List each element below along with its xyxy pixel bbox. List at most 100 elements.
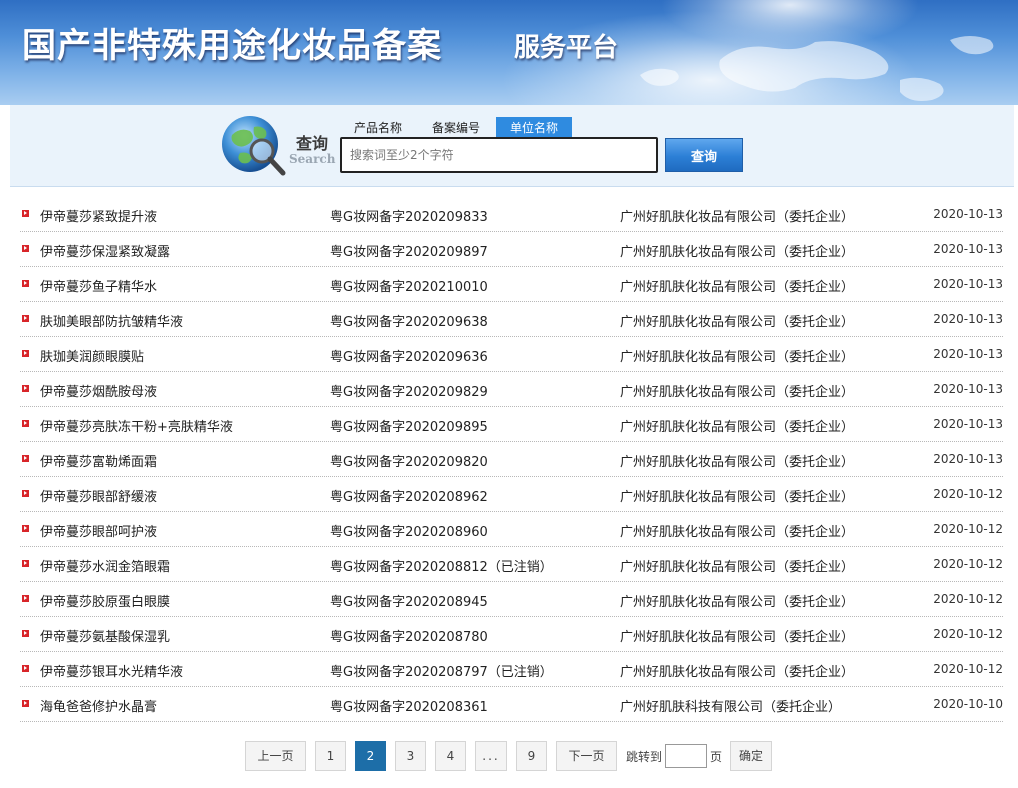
company-name: 广州好肌肤化妆品有限公司（委托企业） [620, 385, 855, 400]
product-name-link[interactable]: 伊帝蔓莎亮肤冻干粉+亮肤精华液 [40, 416, 233, 435]
query-label: 查询 [296, 134, 329, 153]
filing-date: 2020-10-13 [933, 417, 1003, 431]
list-item: 伊帝蔓莎银耳水光精华液 粤G妆网备字2020208797（已注销） 广州好肌肤化… [20, 652, 1003, 687]
filing-date: 2020-10-13 [933, 312, 1003, 326]
page-ellipsis: ... [475, 741, 507, 771]
list-item: 伊帝蔓莎富勒烯面霜 粤G妆网备字2020209820 广州好肌肤化妆品有限公司（… [20, 442, 1003, 477]
filing-date: 2020-10-13 [933, 242, 1003, 256]
site-title: 国产非特殊用途化妆品备案 [22, 26, 442, 66]
filing-number: 粤G妆网备字2020209636 [330, 350, 488, 365]
product-name-link[interactable]: 伊帝蔓莎保湿紧致凝露 [40, 241, 170, 260]
filing-date: 2020-10-12 [933, 522, 1003, 536]
search-type-tabs: 产品名称 备案编号 单位名称 [340, 117, 574, 139]
bullet-arrow-icon [22, 525, 29, 532]
product-name-link[interactable]: 伊帝蔓莎胶原蛋白眼膜 [40, 591, 170, 610]
page-unit-label: 页 [710, 749, 723, 764]
bullet-arrow-icon [22, 630, 29, 637]
company-name: 广州好肌肤化妆品有限公司（委托企业） [620, 490, 855, 505]
filing-number: 粤G妆网备字2020208780 [330, 630, 488, 645]
bullet-arrow-icon [22, 455, 29, 462]
company-name: 广州好肌肤化妆品有限公司（委托企业） [620, 455, 855, 470]
company-name: 广州好肌肤化妆品有限公司（委托企业） [620, 350, 855, 365]
filing-date: 2020-10-13 [933, 347, 1003, 361]
filing-date: 2020-10-12 [933, 662, 1003, 676]
product-name-link[interactable]: 伊帝蔓莎银耳水光精华液 [40, 661, 183, 680]
pagination: 上一页 1 2 3 4 ... 9 下一页 跳转到 页 确定 [245, 741, 773, 771]
jump-page-input[interactable] [665, 744, 708, 768]
company-name: 广州好肌肤科技有限公司（委托企业） [620, 700, 842, 715]
bullet-arrow-icon [22, 490, 29, 497]
bullet-arrow-icon [22, 245, 29, 252]
query-label-en: Search [289, 152, 336, 166]
next-page-button[interactable]: 下一页 [556, 741, 617, 771]
page-button-1[interactable]: 1 [315, 741, 346, 771]
product-name-link[interactable]: 伊帝蔓莎水润金箔眼霜 [40, 556, 170, 575]
company-name: 广州好肌肤化妆品有限公司（委托企业） [620, 665, 855, 680]
product-name-link[interactable]: 肤珈美眼部防抗皱精华液 [40, 311, 183, 330]
filing-number: 粤G妆网备字2020208361 [330, 700, 488, 715]
filing-number: 粤G妆网备字2020209833 [330, 210, 488, 225]
bullet-arrow-icon [22, 665, 29, 672]
bullet-arrow-icon [22, 210, 29, 217]
confirm-jump-button[interactable]: 确定 [730, 741, 773, 771]
globe-search-icon [222, 116, 286, 176]
bullet-arrow-icon [22, 700, 29, 707]
filing-date: 2020-10-12 [933, 592, 1003, 606]
filing-date: 2020-10-13 [933, 277, 1003, 291]
filing-date: 2020-10-10 [933, 697, 1003, 711]
product-name-link[interactable]: 伊帝蔓莎眼部舒缓液 [40, 486, 157, 505]
product-name-link[interactable]: 伊帝蔓莎烟酰胺母液 [40, 381, 157, 400]
filing-date: 2020-10-13 [933, 452, 1003, 466]
filing-number: 粤G妆网备字2020209897 [330, 245, 488, 260]
filing-date: 2020-10-13 [933, 382, 1003, 396]
filing-number: 粤G妆网备字2020208945 [330, 595, 488, 610]
company-name: 广州好肌肤化妆品有限公司（委托企业） [620, 280, 855, 295]
page-button-2[interactable]: 2 [355, 741, 386, 771]
list-item: 肤珈美润颜眼膜贴 粤G妆网备字2020209636 广州好肌肤化妆品有限公司（委… [20, 337, 1003, 372]
list-item: 伊帝蔓莎烟酰胺母液 粤G妆网备字2020209829 广州好肌肤化妆品有限公司（… [20, 372, 1003, 407]
world-map-decoration [640, 36, 994, 101]
page-button-9[interactable]: 9 [516, 741, 547, 771]
product-name-link[interactable]: 海龟爸爸修护水晶膏 [40, 696, 157, 715]
jump-to-label: 跳转到 [626, 749, 663, 764]
site-subtitle: 服务平台 [514, 33, 619, 63]
bullet-arrow-icon [22, 420, 29, 427]
filing-number: 粤G妆网备字2020209829 [330, 385, 488, 400]
filing-number: 粤G妆网备字2020210010 [330, 280, 488, 295]
list-item: 伊帝蔓莎亮肤冻干粉+亮肤精华液 粤G妆网备字2020209895 广州好肌肤化妆… [20, 407, 1003, 442]
bullet-arrow-icon [22, 595, 29, 602]
search-input[interactable] [340, 137, 658, 173]
company-name: 广州好肌肤化妆品有限公司（委托企业） [620, 245, 855, 260]
filing-number: 粤G妆网备字2020209638 [330, 315, 488, 330]
list-item: 伊帝蔓莎眼部舒缓液 粤G妆网备字2020208962 广州好肌肤化妆品有限公司（… [20, 477, 1003, 512]
page-button-4[interactable]: 4 [435, 741, 466, 771]
bullet-arrow-icon [22, 315, 29, 322]
filing-number: 粤G妆网备字2020208960 [330, 525, 488, 540]
page-button-3[interactable]: 3 [395, 741, 426, 771]
result-list: 伊帝蔓莎紧致提升液 粤G妆网备字2020209833 广州好肌肤化妆品有限公司（… [20, 197, 1003, 722]
product-name-link[interactable]: 伊帝蔓莎紧致提升液 [40, 206, 157, 225]
filing-date: 2020-10-12 [933, 487, 1003, 501]
tab-product-name[interactable]: 产品名称 [340, 117, 416, 139]
company-name: 广州好肌肤化妆品有限公司（委托企业） [620, 210, 855, 225]
product-name-link[interactable]: 伊帝蔓莎鱼子精华水 [40, 276, 157, 295]
tab-filing-number[interactable]: 备案编号 [418, 117, 494, 139]
list-item: 海龟爸爸修护水晶膏 粤G妆网备字2020208361 广州好肌肤科技有限公司（委… [20, 687, 1003, 722]
filing-number: 粤G妆网备字2020208962 [330, 490, 488, 505]
company-name: 广州好肌肤化妆品有限公司（委托企业） [620, 315, 855, 330]
tab-company-name[interactable]: 单位名称 [496, 117, 573, 139]
list-item: 伊帝蔓莎眼部呵护液 粤G妆网备字2020208960 广州好肌肤化妆品有限公司（… [20, 512, 1003, 547]
search-panel: 查询 Search 产品名称 备案编号 单位名称 查询 [10, 105, 1014, 187]
list-item: 伊帝蔓莎水润金箔眼霜 粤G妆网备字2020208812（已注销） 广州好肌肤化妆… [20, 547, 1003, 582]
filing-date: 2020-10-13 [933, 207, 1003, 221]
search-button[interactable]: 查询 [665, 138, 743, 172]
company-name: 广州好肌肤化妆品有限公司（委托企业） [620, 630, 855, 645]
product-name-link[interactable]: 肤珈美润颜眼膜贴 [40, 346, 144, 365]
product-name-link[interactable]: 伊帝蔓莎富勒烯面霜 [40, 451, 157, 470]
filing-date: 2020-10-12 [933, 557, 1003, 571]
product-name-link[interactable]: 伊帝蔓莎眼部呵护液 [40, 521, 157, 540]
filing-number: 粤G妆网备字2020209895 [330, 420, 488, 435]
product-name-link[interactable]: 伊帝蔓莎氨基酸保湿乳 [40, 626, 170, 645]
bullet-arrow-icon [22, 280, 29, 287]
prev-page-button[interactable]: 上一页 [245, 741, 306, 771]
